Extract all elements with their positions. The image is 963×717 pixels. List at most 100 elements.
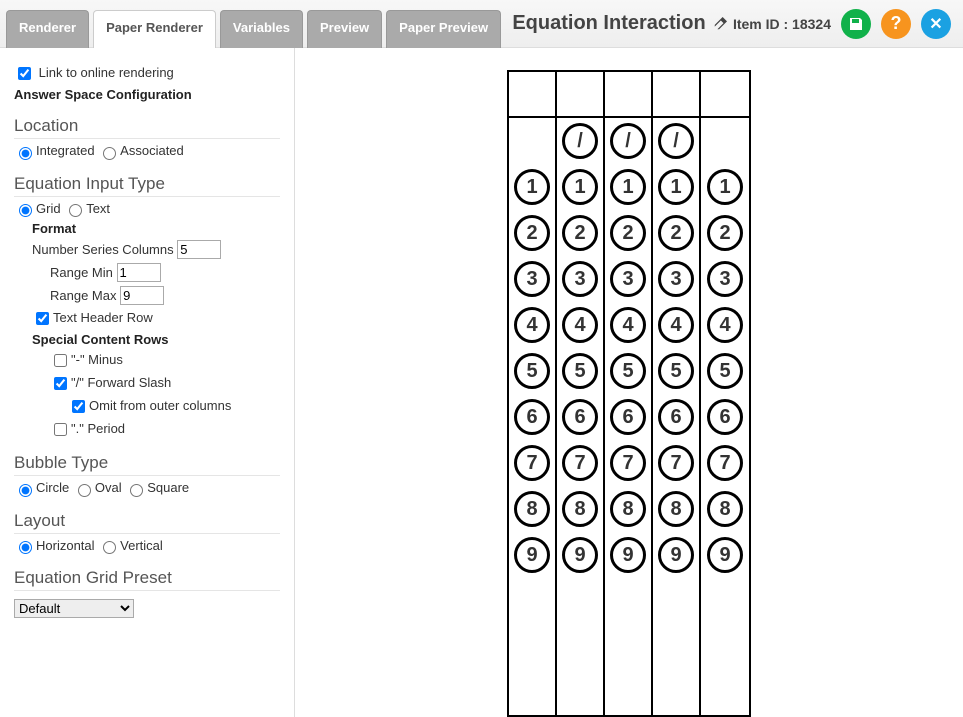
bubble-digit[interactable]: 4 (514, 307, 550, 343)
bubble-digit[interactable]: 4 (562, 307, 598, 343)
grid-header-cell[interactable] (701, 72, 749, 118)
bubble-digit[interactable]: 9 (514, 537, 550, 573)
grid-cell: 7 (701, 440, 749, 486)
bubble-digit[interactable]: 8 (514, 491, 550, 527)
bubble-square-radio[interactable]: Square (125, 480, 189, 495)
answer-grid: 123456789/123456789/123456789/1234567891… (507, 70, 751, 717)
range-min-input[interactable] (117, 263, 161, 282)
close-button[interactable]: ✕ (921, 9, 951, 39)
bubble-digit[interactable]: 1 (562, 169, 598, 205)
bubble-digit[interactable]: 5 (707, 353, 743, 389)
omit-outer-checkbox[interactable]: Omit from outer columns (68, 398, 231, 413)
bubble-digit[interactable]: 5 (562, 353, 598, 389)
bubble-digit[interactable]: 7 (707, 445, 743, 481)
bubble-digit[interactable]: 3 (610, 261, 646, 297)
bubble-digit[interactable]: 6 (514, 399, 550, 435)
bubble-digit[interactable]: 8 (610, 491, 646, 527)
layout-vertical-radio[interactable]: Vertical (98, 538, 163, 553)
bubble-digit[interactable]: 2 (514, 215, 550, 251)
bubble-digit[interactable]: 1 (707, 169, 743, 205)
bubble-digit[interactable]: 7 (514, 445, 550, 481)
bubble-type-heading: Bubble Type (14, 453, 280, 476)
tab-renderer[interactable]: Renderer (6, 10, 89, 48)
bubble-digit[interactable]: 1 (658, 169, 694, 205)
equation-grid-radio[interactable]: Grid (14, 201, 61, 216)
bubble-digit[interactable]: 4 (610, 307, 646, 343)
bubble-digit[interactable]: 6 (707, 399, 743, 435)
bubble-oval-radio[interactable]: Oval (73, 480, 122, 495)
save-button[interactable] (841, 9, 871, 39)
equation-text-radio[interactable]: Text (64, 201, 110, 216)
grid-cell: 3 (557, 256, 603, 302)
bubble-digit[interactable]: 2 (707, 215, 743, 251)
question-icon: ? (891, 13, 902, 34)
bubble-digit[interactable]: 5 (658, 353, 694, 389)
grid-cell: 7 (557, 440, 603, 486)
bubble-digit[interactable]: 2 (658, 215, 694, 251)
grid-header-cell[interactable] (557, 72, 603, 118)
bubble-digit[interactable]: 4 (658, 307, 694, 343)
grid-column: 1 2 3 4 5 6 7 8 9 (701, 72, 749, 715)
bubble-digit[interactable]: 1 (514, 169, 550, 205)
location-associated-radio[interactable]: Associated (98, 143, 184, 158)
bubble-digit[interactable]: 1 (610, 169, 646, 205)
bubble-digit[interactable]: 3 (658, 261, 694, 297)
period-checkbox[interactable]: "." Period (50, 421, 125, 436)
bubble-digit[interactable]: 8 (658, 491, 694, 527)
bubble-slash[interactable]: / (658, 123, 694, 159)
grid-header-cell[interactable] (605, 72, 651, 118)
layout-horizontal-radio[interactable]: Horizontal (14, 538, 95, 553)
bubble-digit[interactable]: 9 (658, 537, 694, 573)
grid-column: / 1 2 3 4 5 6 7 8 9 (605, 72, 653, 715)
bubble-digit[interactable]: 7 (610, 445, 646, 481)
range-max-input[interactable] (120, 286, 164, 305)
bubble-digit[interactable]: 3 (707, 261, 743, 297)
location-integrated-radio[interactable]: Integrated (14, 143, 95, 158)
floppy-icon (848, 16, 864, 32)
link-online-checkbox[interactable]: Link to online rendering (14, 65, 174, 80)
bubble-digit[interactable]: 9 (707, 537, 743, 573)
tab-preview[interactable]: Preview (307, 10, 382, 48)
bubble-digit[interactable]: 2 (562, 215, 598, 251)
grid-cell: 6 (557, 394, 603, 440)
grid-cell: 2 (605, 210, 651, 256)
preset-select[interactable]: Default (14, 599, 134, 618)
bubble-digit[interactable]: 9 (610, 537, 646, 573)
bubble-digit[interactable]: 6 (610, 399, 646, 435)
bubble-digit[interactable]: 7 (562, 445, 598, 481)
tab-variables[interactable]: Variables (220, 10, 303, 48)
bubble-slash[interactable]: / (562, 123, 598, 159)
bubble-circle-radio[interactable]: Circle (14, 480, 69, 495)
bubble-digit[interactable]: 3 (514, 261, 550, 297)
forward-slash-checkbox[interactable]: "/" Forward Slash (50, 375, 171, 390)
minus-checkbox[interactable]: "-" Minus (50, 352, 123, 367)
text-header-row-checkbox[interactable]: Text Header Row (32, 310, 153, 325)
bubble-digit[interactable]: 8 (707, 491, 743, 527)
bubble-digit[interactable]: 5 (514, 353, 550, 389)
bubble-digit[interactable]: 4 (707, 307, 743, 343)
grid-cell (509, 118, 555, 164)
grid-cell: 6 (509, 394, 555, 440)
grid-cell: 4 (557, 302, 603, 348)
grid-cell (701, 118, 749, 164)
bubble-digit[interactable]: 9 (562, 537, 598, 573)
item-id[interactable]: Item ID : 18324 (713, 16, 831, 32)
help-button[interactable]: ? (881, 9, 911, 39)
bubble-digit[interactable]: 2 (610, 215, 646, 251)
bubble-digit[interactable]: 6 (658, 399, 694, 435)
grid-cell: 6 (605, 394, 651, 440)
bubble-slash[interactable]: / (610, 123, 646, 159)
grid-header-cell[interactable] (509, 72, 555, 118)
tab-paper-preview[interactable]: Paper Preview (386, 10, 501, 48)
bubble-digit[interactable]: 6 (562, 399, 598, 435)
special-content-rows-heading: Special Content Rows (14, 332, 280, 347)
grid-header-cell[interactable] (653, 72, 699, 118)
answer-space-config-heading: Answer Space Configuration (14, 87, 280, 102)
tab-paper-renderer[interactable]: Paper Renderer (93, 10, 216, 48)
bubble-digit[interactable]: 7 (658, 445, 694, 481)
bubble-digit[interactable]: 5 (610, 353, 646, 389)
bubble-digit[interactable]: 8 (562, 491, 598, 527)
bubble-digit[interactable]: 3 (562, 261, 598, 297)
layout-heading: Layout (14, 511, 280, 534)
num-series-cols-input[interactable] (177, 240, 221, 259)
